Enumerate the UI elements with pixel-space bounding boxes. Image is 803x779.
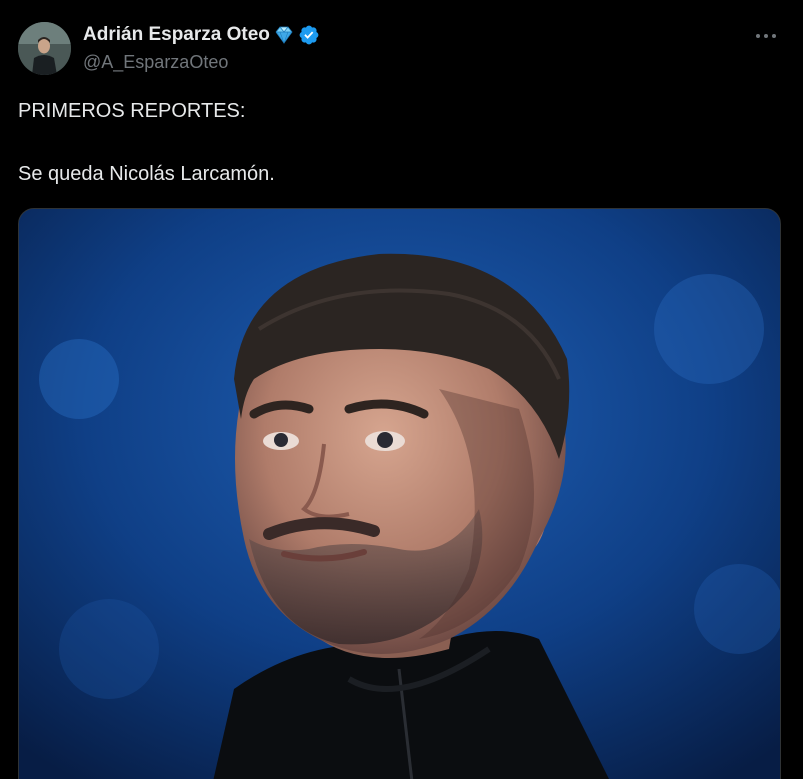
author-display-name[interactable]: Adrián Esparza Oteo — [83, 24, 270, 46]
tweet-text: PRIMEROS REPORTES: Se queda Nicolás Larc… — [18, 98, 778, 188]
avatar-image — [18, 22, 71, 75]
portrait-photo — [19, 209, 780, 779]
tweet-line: Se queda Nicolás Larcamón. — [18, 163, 275, 185]
tweet-card: Adrián Esparza Oteo @A_EsparzaOteo PRIME… — [0, 0, 803, 779]
gem-stone-icon — [273, 24, 295, 46]
verified-badge-icon[interactable] — [298, 24, 320, 46]
tweet-line: PRIMEROS REPORTES: — [18, 100, 246, 122]
author-avatar[interactable] — [18, 22, 71, 75]
more-horizontal-icon — [756, 34, 776, 38]
tweet-photo[interactable] — [18, 208, 781, 779]
more-options-button[interactable] — [751, 26, 781, 46]
author-name-row: Adrián Esparza Oteo — [83, 22, 320, 48]
author-handle[interactable]: @A_EsparzaOteo — [83, 52, 228, 73]
